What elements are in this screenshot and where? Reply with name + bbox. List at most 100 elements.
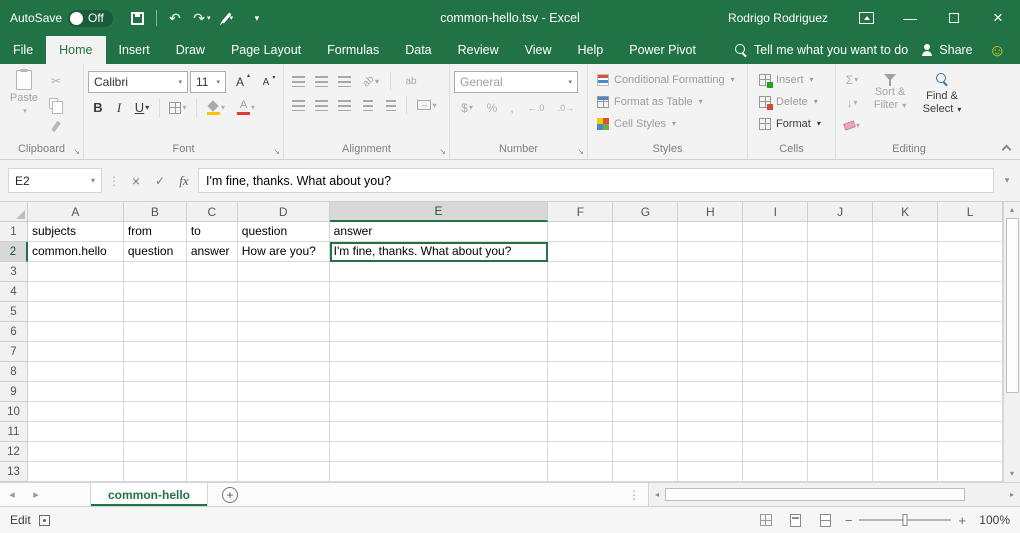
cell-F3[interactable]	[548, 262, 613, 282]
sheet-nav-left-button[interactable]: ◂	[0, 488, 24, 501]
scroll-down-arrow[interactable]: ▾	[1010, 466, 1014, 482]
cell-J4[interactable]	[808, 282, 873, 302]
tab-file[interactable]: File	[0, 36, 46, 64]
cell-I2[interactable]	[743, 242, 808, 262]
cell-G4[interactable]	[613, 282, 678, 302]
cell-E5[interactable]	[330, 302, 549, 322]
accounting-format-button[interactable]: $▾	[454, 97, 480, 118]
cell-E3[interactable]	[330, 262, 549, 282]
column-header-B[interactable]: B	[124, 202, 187, 222]
cell-E13[interactable]	[330, 462, 549, 482]
tab-review[interactable]: Review	[445, 36, 512, 64]
cell-K6[interactable]	[873, 322, 938, 342]
cell-F9[interactable]	[548, 382, 613, 402]
cell-G7[interactable]	[613, 342, 678, 362]
column-header-K[interactable]: K	[873, 202, 938, 222]
cell-I13[interactable]	[743, 462, 808, 482]
cell-B9[interactable]	[124, 382, 187, 402]
cell-G1[interactable]	[613, 222, 678, 242]
cell-E7[interactable]	[330, 342, 549, 362]
cell-G5[interactable]	[613, 302, 678, 322]
tab-home[interactable]: Home	[46, 36, 105, 64]
borders-button[interactable]: ▾	[165, 97, 191, 118]
maximize-button[interactable]	[932, 0, 976, 36]
cell-E11[interactable]	[330, 422, 549, 442]
cell-K2[interactable]	[873, 242, 938, 262]
cell-H3[interactable]	[678, 262, 743, 282]
draw-tool-button[interactable]: ▾	[217, 5, 241, 31]
cell-F6[interactable]	[548, 322, 613, 342]
cell-C2[interactable]: answer	[187, 242, 238, 262]
cell-D2[interactable]: How are you?	[238, 242, 330, 262]
clipboard-dialog-launcher[interactable]: ↘	[73, 148, 80, 156]
row-header-11[interactable]: 11	[0, 422, 28, 442]
align-right-button[interactable]	[334, 95, 355, 115]
column-header-L[interactable]: L	[938, 202, 1003, 222]
cell-A10[interactable]	[28, 402, 124, 422]
cell-D11[interactable]	[238, 422, 330, 442]
cell-G2[interactable]	[613, 242, 678, 262]
increase-decimal-button[interactable]: ←.0	[522, 97, 550, 118]
minimize-button[interactable]: —	[888, 0, 932, 36]
cell-D3[interactable]	[238, 262, 330, 282]
orientation-button[interactable]: ab▾	[357, 71, 385, 91]
cell-C11[interactable]	[187, 422, 238, 442]
cell-L1[interactable]	[938, 222, 1003, 242]
row-header-13[interactable]: 13	[0, 462, 28, 482]
page-layout-view-button[interactable]	[785, 507, 807, 533]
wrap-text-button[interactable]: ab	[396, 71, 426, 91]
cell-K5[interactable]	[873, 302, 938, 322]
cell-D6[interactable]	[238, 322, 330, 342]
share-button[interactable]: Share	[921, 43, 972, 57]
align-center-button[interactable]	[311, 95, 332, 115]
row-header-8[interactable]: 8	[0, 362, 28, 382]
zoom-in-button[interactable]: +	[958, 513, 966, 528]
select-all-button[interactable]	[0, 202, 28, 222]
row-header-7[interactable]: 7	[0, 342, 28, 362]
cell-A12[interactable]	[28, 442, 124, 462]
tab-formulas[interactable]: Formulas	[314, 36, 392, 64]
page-break-view-button[interactable]	[815, 507, 837, 533]
cell-G11[interactable]	[613, 422, 678, 442]
cell-B8[interactable]	[124, 362, 187, 382]
scroll-up-arrow[interactable]: ▴	[1010, 202, 1014, 218]
vertical-scrollbar[interactable]: ▴ ▾	[1003, 202, 1020, 482]
cell-E2[interactable]: I'm fine, thanks. What about you?	[330, 242, 549, 262]
tab-power-pivot[interactable]: Power Pivot	[616, 36, 709, 64]
cell-H1[interactable]	[678, 222, 743, 242]
cell-D7[interactable]	[238, 342, 330, 362]
cell-D1[interactable]: question	[238, 222, 330, 242]
redo-button[interactable]: ↷▾	[190, 5, 214, 31]
cell-B2[interactable]: question	[124, 242, 187, 262]
cell-L5[interactable]	[938, 302, 1003, 322]
cell-J7[interactable]	[808, 342, 873, 362]
increase-indent-button[interactable]	[380, 95, 401, 115]
ribbon-display-options-button[interactable]	[844, 0, 888, 36]
cell-B4[interactable]	[124, 282, 187, 302]
row-header-1[interactable]: 1	[0, 222, 28, 242]
formula-bar-resize-handle[interactable]: ⋮	[106, 174, 122, 188]
sort-filter-button[interactable]: Sort & Filter ▾	[864, 67, 916, 112]
cell-H12[interactable]	[678, 442, 743, 462]
decrease-indent-button[interactable]	[357, 95, 378, 115]
cell-K13[interactable]	[873, 462, 938, 482]
cell-A6[interactable]	[28, 322, 124, 342]
macro-record-icon[interactable]	[39, 515, 50, 526]
cell-F7[interactable]	[548, 342, 613, 362]
close-button[interactable]: ×	[976, 0, 1020, 36]
cell-D5[interactable]	[238, 302, 330, 322]
cell-E8[interactable]	[330, 362, 549, 382]
bold-button[interactable]: B	[88, 97, 108, 118]
cell-G6[interactable]	[613, 322, 678, 342]
cell-A7[interactable]	[28, 342, 124, 362]
cell-L13[interactable]	[938, 462, 1003, 482]
cell-styles-button[interactable]: Cell Styles▾	[592, 113, 744, 134]
row-header-2[interactable]: 2	[0, 242, 28, 262]
cell-I5[interactable]	[743, 302, 808, 322]
font-dialog-launcher[interactable]: ↘	[273, 148, 280, 156]
cell-I12[interactable]	[743, 442, 808, 462]
cell-J11[interactable]	[808, 422, 873, 442]
column-header-E[interactable]: E	[330, 202, 549, 222]
decrease-decimal-button[interactable]: .0→	[552, 97, 580, 118]
cell-B7[interactable]	[124, 342, 187, 362]
